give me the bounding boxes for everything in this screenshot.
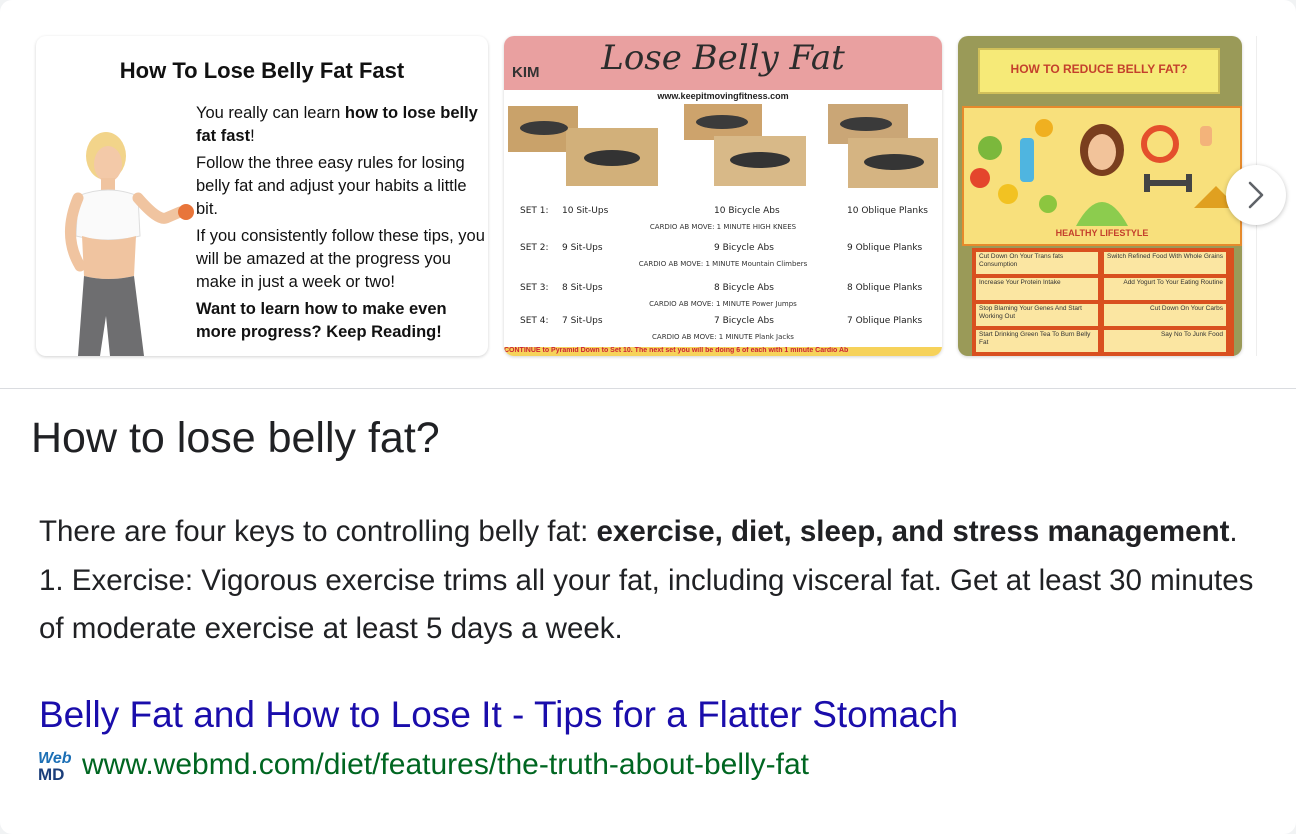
card1-para-1: You really can learn how to lose belly f… [196,102,486,148]
card2-set-c: 7 Oblique Planks [847,316,923,326]
card1-p1-post: ! [250,127,255,145]
card3-tip: Cut Down On Your Trans fats Consumption [976,252,1098,274]
card2-cardio-move: CARDIO AB MOVE: 1 MINUTE Mountain Climbe… [638,260,808,268]
card3-tip: Start Drinking Green Tea To Burn Belly F… [976,330,1098,352]
featured-snippet-panel: How To Lose Belly Fat Fast You really ca… [0,0,1296,834]
card1-title: How To Lose Belly Fat Fast [119,58,405,83]
card2-set-b: 9 Bicycle Abs [714,243,774,253]
result-source: Web MD www.webmd.com/diet/features/the-t… [38,745,809,785]
chevron-right-icon [1248,181,1264,209]
card2-set-b: 8 Bicycle Abs [714,283,774,293]
answer-pre: There are four keys to controlling belly… [39,515,597,548]
result-url[interactable]: www.webmd.com/diet/features/the-truth-ab… [82,748,809,782]
card2-cardio-move: CARDIO AB MOVE: 1 MINUTE HIGH KNEES [649,223,797,231]
favicon-text-bottom: MD [38,765,65,784]
image-carousel: How To Lose Belly Fat Fast You really ca… [0,0,1296,389]
card3-banner: HOW TO REDUCE BELLY FAT? [978,48,1220,94]
card2-set-a: 9 Sit-Ups [562,243,603,253]
card2-set-set: SET 1: [520,206,549,216]
carousel-image-1[interactable]: How To Lose Belly Fat Fast You really ca… [36,36,488,356]
answer-bold: exercise, diet, sleep, and stress manage… [596,515,1230,548]
card2-logo: KIM [512,64,540,81]
card2-set-a: 7 Sit-Ups [562,316,603,326]
card2-cardio-move: CARDIO AB MOVE: 1 MINUTE Power Jumps [649,300,797,308]
woman-image [64,132,194,356]
card1-para-2: Follow the three easy rules for losing b… [196,154,467,218]
card1-para-4: Want to learn how to make even more prog… [196,298,486,344]
card2-set-a: 8 Sit-Ups [562,283,603,293]
card2-set-b: 10 Bicycle Abs [714,206,780,216]
card2-title: Lose Belly Fat [601,38,845,78]
card3-tips-grid: Cut Down On Your Trans fats Consumption S… [972,248,1234,356]
snippet-question: How to lose belly fat? [31,414,440,462]
card2-set-b: 7 Bicycle Abs [714,316,774,326]
result-title-link[interactable]: Belly Fat and How to Lose It - Tips for … [39,694,958,736]
card2-cardio-move: CARDIO AB MOVE: 1 MINUTE Plank Jacks [652,333,794,341]
card2-set-set: SET 4: [520,316,549,326]
card3-tip: Say No To Junk Food [1104,330,1226,352]
carousel-image-2[interactable]: Lose Belly Fat KIM www.keepitmovingfitne… [504,36,942,356]
card1-p4-bold: Want to learn how to make even more prog… [196,300,447,341]
carousel-image-3[interactable]: HOW TO REDUCE BELLY FAT? HEALTHY LIFESTY… [958,36,1242,356]
card3-title: HOW TO REDUCE BELLY FAT? [1010,62,1188,76]
card3-tip: Cut Down On Your Carbs [1104,304,1226,326]
card1-p1-pre: You really can learn [196,104,345,122]
healthy-lifestyle-illustration [970,119,1238,226]
card3-tip: Add Yogurt To Your Eating Routine [1104,278,1226,300]
webmd-favicon: Web MD [38,748,72,784]
card2-footer: CONTINUE to Pyramid Down to Set 10. The … [504,347,942,356]
card2-set-c: 9 Oblique Planks [847,243,923,253]
card2-set-c: 8 Oblique Planks [847,283,923,293]
card2-set-a: 10 Sit-Ups [562,206,609,216]
carousel-next-button[interactable] [1226,165,1286,225]
card2-set-set: SET 2: [520,243,549,253]
card1-body: You really can learn how to lose belly f… [196,102,486,348]
card2-set-set: SET 3: [520,283,549,293]
card3-healthy-label: HEALTHY LIFESTYLE [1055,228,1149,238]
card3-tip: Increase Your Protein Intake [976,278,1098,300]
card3-tip: Switch Refined Food With Whole Grains [1104,252,1226,274]
card3-illustration: HEALTHY LIFESTYLE [962,106,1242,246]
card2-set-c: 10 Oblique Planks [847,206,928,216]
exercise-photos [508,104,938,188]
card3-tip: Stop Blaming Your Genes And Start Workin… [976,304,1098,326]
snippet-answer: There are four keys to controlling belly… [39,508,1269,654]
card1-para-3: If you consistently follow these tips, y… [196,227,485,291]
